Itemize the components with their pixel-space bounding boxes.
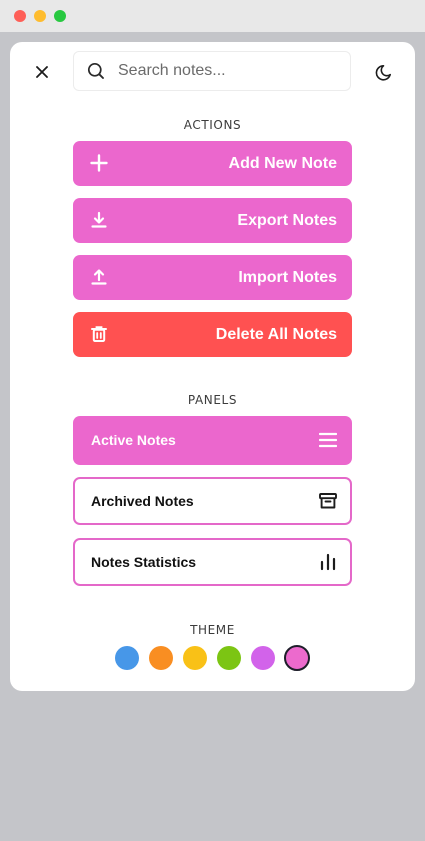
theme-section-title: THEME [190, 623, 235, 637]
archive-icon [318, 491, 338, 511]
actions-section-title: ACTIONS [183, 118, 242, 132]
close-icon[interactable] [32, 62, 52, 82]
download-icon [89, 210, 109, 230]
theme-swatches [115, 645, 315, 672]
window-minimize-button[interactable] [34, 10, 46, 22]
add-new-note-label: Add New Note [228, 155, 337, 172]
add-new-note-button[interactable]: Add New Note [73, 141, 352, 186]
export-notes-button[interactable]: Export Notes [73, 198, 352, 243]
trash-icon [89, 324, 109, 344]
window-titlebar [0, 0, 425, 32]
window-maximize-button[interactable] [54, 10, 66, 22]
theme-swatch-green[interactable] [217, 646, 241, 670]
archived-notes-button[interactable]: Archived Notes [73, 477, 352, 525]
export-notes-label: Export Notes [237, 212, 337, 229]
import-notes-label: Import Notes [238, 269, 337, 286]
moon-icon[interactable] [372, 62, 394, 84]
delete-all-notes-button[interactable]: Delete All Notes [73, 312, 352, 357]
bar-chart-icon [318, 552, 338, 572]
active-notes-button[interactable]: Active Notes [73, 416, 352, 465]
notes-statistics-button[interactable]: Notes Statistics [73, 538, 352, 586]
search-icon [87, 61, 107, 81]
theme-swatch-orange[interactable] [149, 646, 173, 670]
upload-icon [89, 267, 109, 287]
search-input[interactable] [116, 61, 340, 81]
theme-swatch-pink[interactable] [284, 645, 310, 671]
panels-section-title: PANELS [187, 393, 238, 407]
active-notes-label: Active Notes [91, 432, 176, 448]
search-box [73, 51, 351, 91]
plus-icon [89, 153, 109, 173]
theme-swatch-blue[interactable] [115, 646, 139, 670]
notes-menu-panel: ACTIONS Add New Note Export Notes Import… [10, 42, 415, 691]
notes-statistics-label: Notes Statistics [91, 554, 197, 570]
list-icon [318, 430, 338, 450]
window-close-button[interactable] [14, 10, 26, 22]
import-notes-button[interactable]: Import Notes [73, 255, 352, 300]
archived-notes-label: Archived Notes [91, 493, 194, 509]
theme-swatch-yellow[interactable] [183, 646, 207, 670]
delete-all-notes-label: Delete All Notes [215, 326, 337, 343]
theme-swatch-purple[interactable] [251, 646, 275, 670]
